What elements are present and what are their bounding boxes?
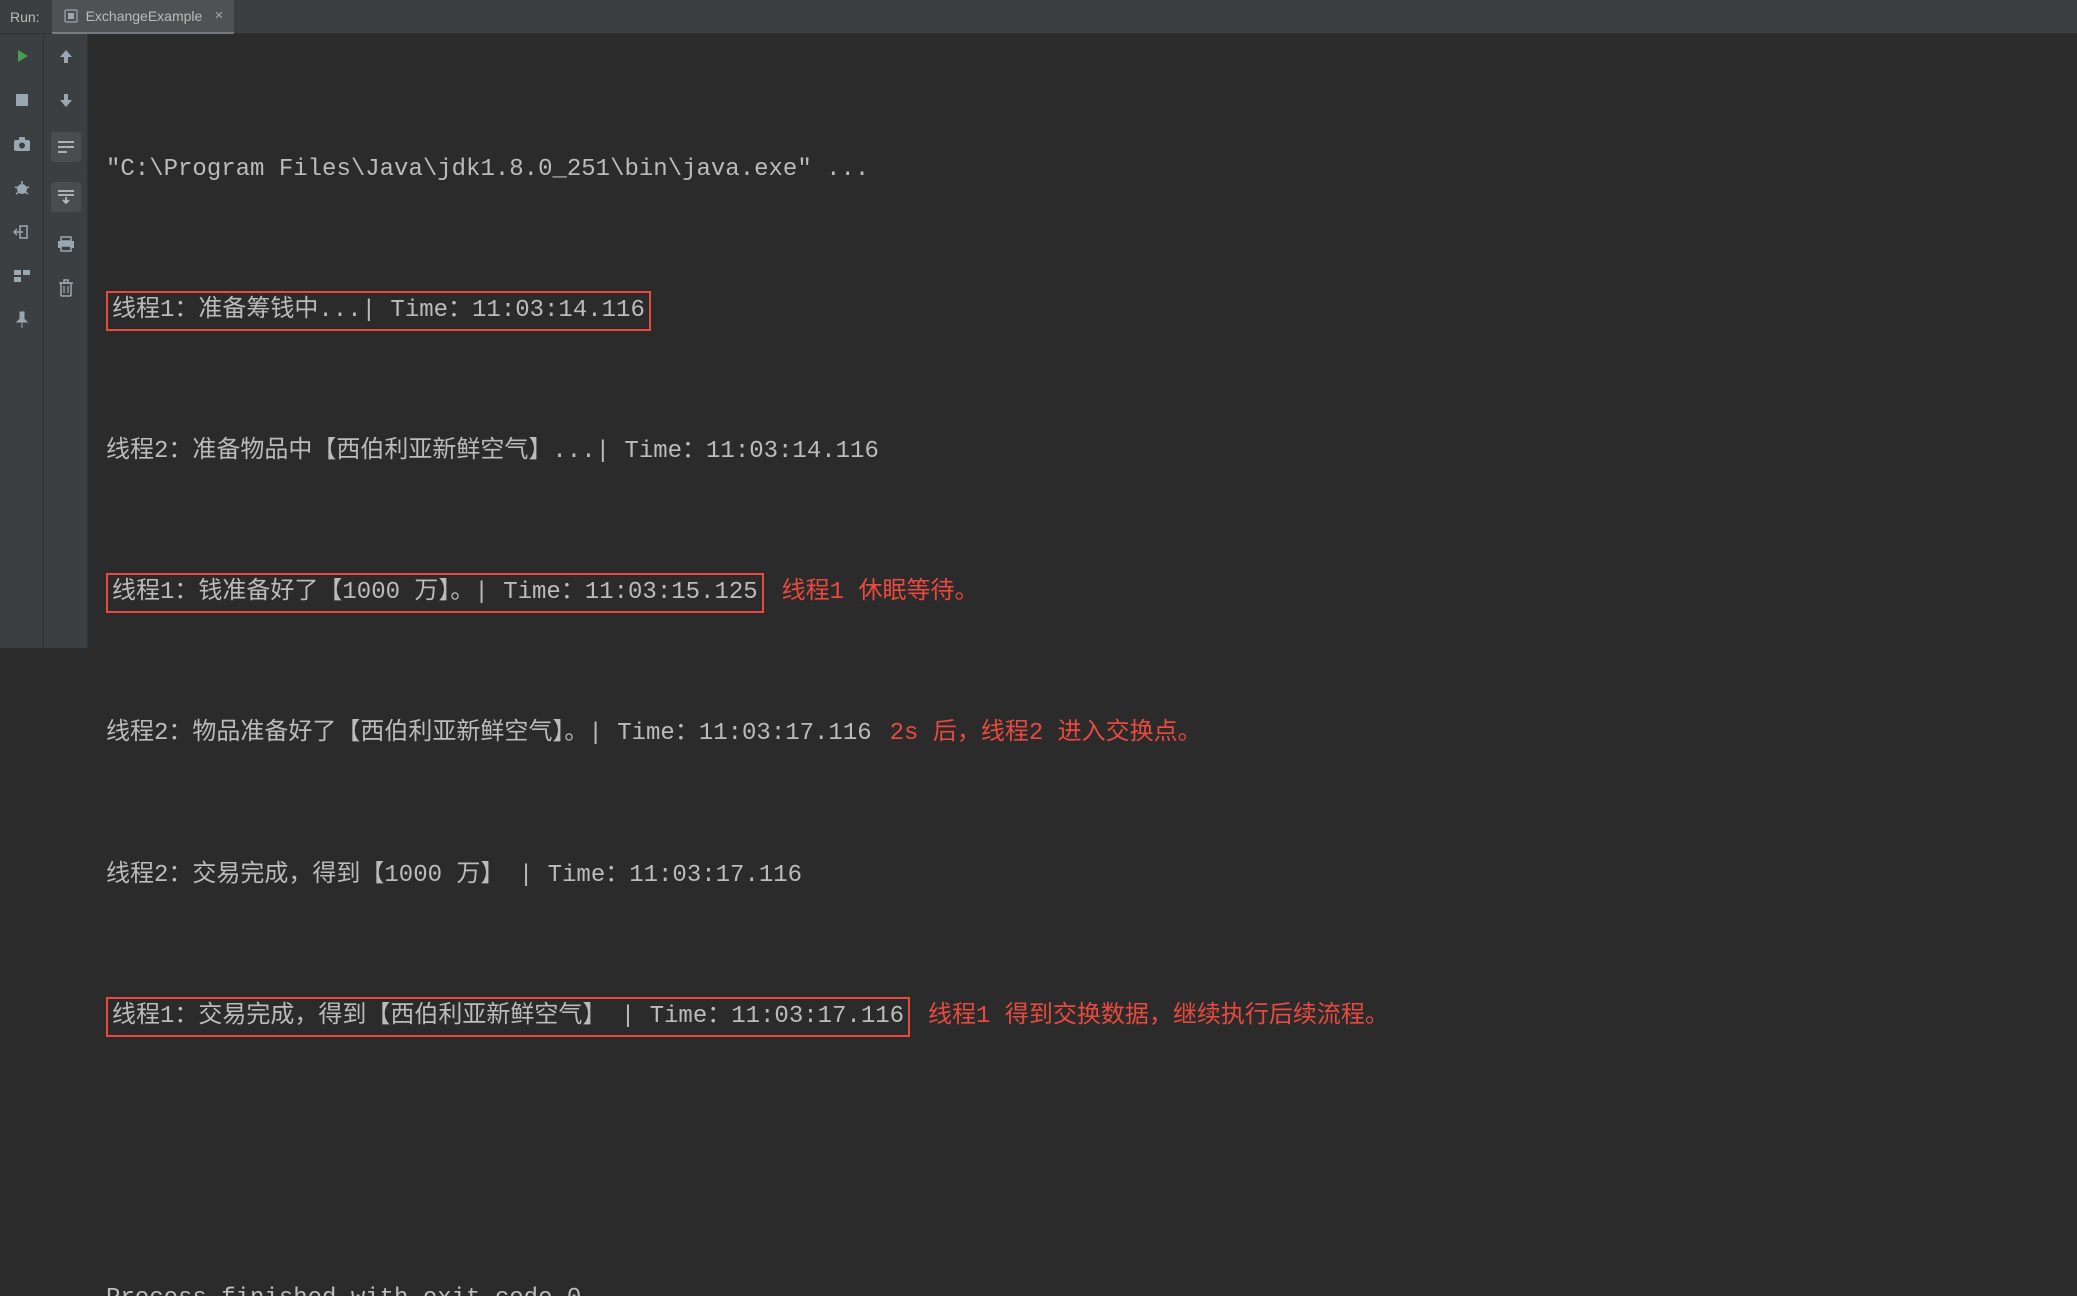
debug-icon[interactable]	[10, 176, 34, 200]
print-icon[interactable]	[54, 232, 78, 256]
run-tab[interactable]: ExchangeExample ✕	[52, 0, 234, 34]
console-line: "C:\Program Files\Java\jdk1.8.0_251\bin\…	[106, 146, 2059, 193]
close-icon[interactable]: ✕	[214, 9, 223, 23]
camera-icon[interactable]	[10, 132, 34, 156]
console-output[interactable]: "C:\Program Files\Java\jdk1.8.0_251\bin\…	[88, 34, 2077, 648]
highlight-box: 线程1：准备筹钱中...| Time：11:03:14.116	[106, 291, 651, 331]
highlight-box: 线程1：钱准备好了【1000 万】。| Time：11:03:15.125	[106, 573, 764, 613]
scroll-to-end-icon[interactable]	[51, 182, 81, 212]
console-line: Process finished with exit code 0	[106, 1275, 2059, 1296]
layout-icon[interactable]	[10, 264, 34, 288]
run-gutter-left	[0, 34, 44, 648]
console-line: 线程1：交易完成，得到【西伯利亚新鲜空气】 | Time：11:03:17.11…	[106, 993, 2059, 1040]
console-line: 线程2：物品准备好了【西伯利亚新鲜空气】。| Time：11:03:17.116…	[106, 710, 2059, 757]
up-arrow-icon[interactable]	[54, 44, 78, 68]
console-line: 线程1：准备筹钱中...| Time：11:03:14.116	[106, 287, 2059, 334]
pin-icon[interactable]	[10, 308, 34, 332]
trash-icon[interactable]	[54, 276, 78, 300]
rerun-icon[interactable]	[10, 44, 34, 68]
run-gutter-secondary	[44, 34, 88, 648]
console-line: 线程2：准备物品中【西伯利亚新鲜空气】...| Time：11:03:14.11…	[106, 428, 2059, 475]
run-label: Run:	[10, 9, 40, 25]
annotation-text: 2s 后，线程2 进入交换点。	[890, 720, 1202, 747]
annotation-text: 线程1 得到交换数据，继续执行后续流程。	[928, 1003, 1389, 1030]
tab-label: ExchangeExample	[86, 8, 203, 24]
soft-wrap-icon[interactable]	[51, 132, 81, 162]
stop-icon[interactable]	[10, 88, 34, 112]
down-arrow-icon[interactable]	[54, 88, 78, 112]
run-tool-window: Run: ExchangeExample ✕	[0, 0, 2077, 648]
console-line: 线程2：交易完成，得到【1000 万】 | Time：11:03:17.116	[106, 852, 2059, 899]
run-config-icon	[62, 7, 80, 25]
blank-line	[106, 1134, 2059, 1181]
run-top-bar: Run: ExchangeExample ✕	[0, 0, 2077, 34]
annotation-text: 线程1 休眠等待。	[782, 579, 979, 606]
console-line: 线程1：钱准备好了【1000 万】。| Time：11:03:15.125 线程1…	[106, 569, 2059, 616]
highlight-box: 线程1：交易完成，得到【西伯利亚新鲜空气】 | Time：11:03:17.11…	[106, 997, 910, 1037]
exit-icon[interactable]	[10, 220, 34, 244]
